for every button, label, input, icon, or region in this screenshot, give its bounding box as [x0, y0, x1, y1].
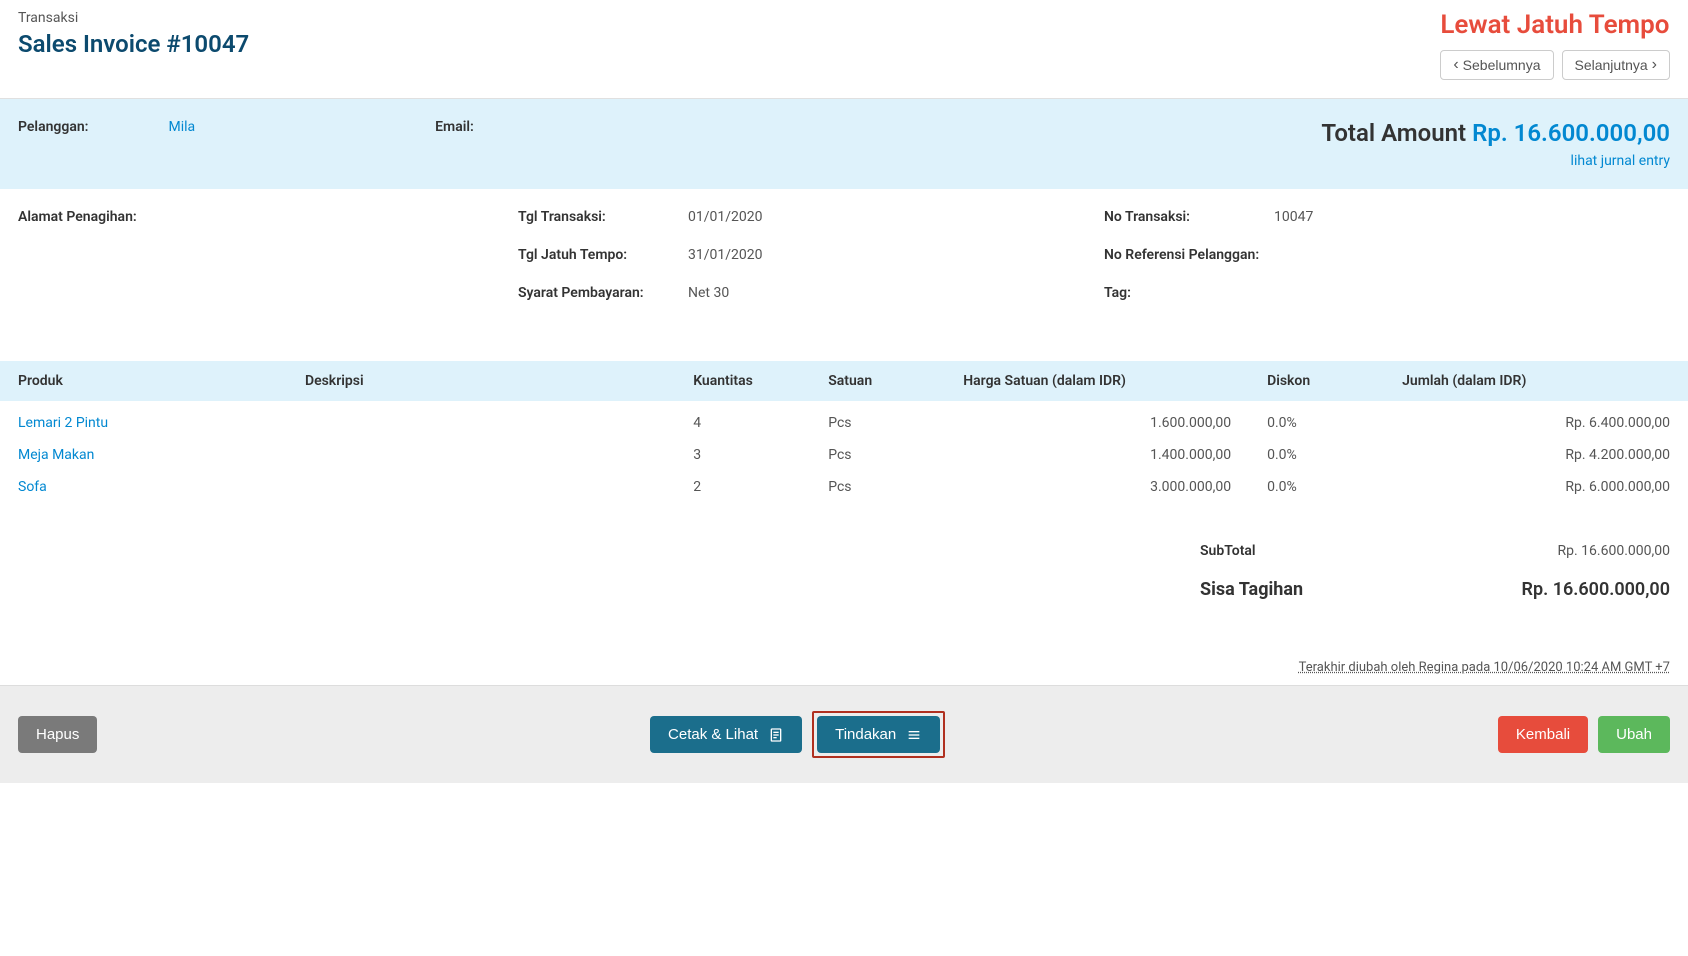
- cell-harga: 3.000.000,00: [945, 471, 1249, 503]
- cell-satuan: Pcs: [810, 401, 945, 439]
- subtotal-label: SubTotal: [1200, 543, 1256, 559]
- no-transaksi-value: 10047: [1274, 209, 1670, 225]
- prev-button[interactable]: ‹ Sebelumnya: [1440, 50, 1553, 80]
- tag-value: [1274, 285, 1670, 301]
- edit-button[interactable]: Ubah: [1598, 716, 1670, 753]
- product-link[interactable]: Lemari 2 Pintu: [18, 415, 108, 431]
- cell-deskripsi: [287, 401, 675, 439]
- back-button[interactable]: Kembali: [1498, 716, 1588, 753]
- th-diskon: Diskon: [1249, 361, 1384, 401]
- table-row: Sofa 2Pcs3.000.000,000.0%Rp. 6.000.000,00: [0, 471, 1688, 503]
- cell-kuantitas: 4: [675, 401, 810, 439]
- prev-label: Sebelumnya: [1463, 57, 1541, 73]
- no-transaksi-label: No Transaksi:: [1104, 209, 1264, 225]
- status-badge: Lewat Jatuh Tempo: [1440, 10, 1670, 40]
- cell-harga: 1.600.000,00: [945, 401, 1249, 439]
- product-link[interactable]: Sofa: [18, 479, 47, 495]
- cell-kuantitas: 2: [675, 471, 810, 503]
- th-kuantitas: Kuantitas: [675, 361, 810, 401]
- th-harga: Harga Satuan (dalam IDR): [945, 361, 1249, 401]
- customer-label: Pelanggan:: [18, 119, 89, 135]
- th-produk: Produk: [0, 361, 287, 401]
- cell-jumlah: Rp. 6.400.000,00: [1384, 401, 1688, 439]
- cell-harga: 1.400.000,00: [945, 439, 1249, 471]
- breadcrumb[interactable]: Transaksi: [18, 10, 249, 26]
- audit-text[interactable]: Terakhir diubah oleh Regina pada 10/06/2…: [1299, 660, 1670, 675]
- action-button[interactable]: Tindakan: [817, 716, 940, 753]
- next-button[interactable]: Selanjutnya ›: [1562, 50, 1671, 80]
- chevron-right-icon: ›: [1652, 57, 1657, 73]
- menu-icon: [906, 727, 922, 743]
- subtotal-value: Rp. 16.600.000,00: [1420, 543, 1670, 559]
- tgl-transaksi-label: Tgl Transaksi:: [518, 209, 678, 225]
- cell-satuan: Pcs: [810, 471, 945, 503]
- sisa-label: Sisa Tagihan: [1200, 579, 1303, 600]
- email-label: Email:: [435, 119, 474, 135]
- cell-diskon: 0.0%: [1249, 439, 1384, 471]
- document-icon: [768, 727, 784, 743]
- cell-diskon: 0.0%: [1249, 471, 1384, 503]
- product-link[interactable]: Meja Makan: [18, 447, 94, 463]
- th-jumlah: Jumlah (dalam IDR): [1384, 361, 1688, 401]
- print-label: Cetak & Lihat: [668, 726, 758, 743]
- total-amount: Rp. 16.600.000,00: [1472, 119, 1670, 147]
- th-deskripsi: Deskripsi: [287, 361, 675, 401]
- table-row: Meja Makan 3Pcs1.400.000,000.0%Rp. 4.200.…: [0, 439, 1688, 471]
- tgl-jatuh-tempo-label: Tgl Jatuh Tempo:: [518, 247, 678, 263]
- page-title: Sales Invoice #10047: [18, 30, 249, 58]
- highlight-box: Tindakan: [812, 711, 945, 758]
- print-view-button[interactable]: Cetak & Lihat: [650, 716, 802, 753]
- cell-jumlah: Rp. 6.000.000,00: [1384, 471, 1688, 503]
- tag-label: Tag:: [1104, 285, 1264, 301]
- syarat-label: Syarat Pembayaran:: [518, 285, 678, 301]
- th-satuan: Satuan: [810, 361, 945, 401]
- chevron-left-icon: ‹: [1453, 57, 1458, 73]
- cell-kuantitas: 3: [675, 439, 810, 471]
- action-label: Tindakan: [835, 726, 896, 743]
- billing-address-value: [188, 209, 498, 225]
- table-row: Lemari 2 Pintu 4Pcs1.600.000,000.0%Rp. 6.…: [0, 401, 1688, 439]
- cell-deskripsi: [287, 439, 675, 471]
- syarat-value: Net 30: [688, 285, 1084, 301]
- no-ref-label: No Referensi Pelanggan:: [1104, 247, 1264, 263]
- sisa-value: Rp. 16.600.000,00: [1420, 579, 1670, 600]
- tgl-jatuh-tempo-value: 31/01/2020: [688, 247, 1084, 263]
- delete-button[interactable]: Hapus: [18, 716, 97, 753]
- billing-address-label: Alamat Penagihan:: [18, 209, 178, 225]
- next-label: Selanjutnya: [1575, 57, 1648, 73]
- jurnal-entry-link[interactable]: lihat jurnal entry: [1321, 153, 1670, 169]
- tgl-transaksi-value: 01/01/2020: [688, 209, 1084, 225]
- no-ref-value: [1274, 247, 1670, 263]
- cell-satuan: Pcs: [810, 439, 945, 471]
- total-label: Total Amount: [1321, 119, 1472, 147]
- cell-jumlah: Rp. 4.200.000,00: [1384, 439, 1688, 471]
- customer-link[interactable]: Mila: [169, 119, 196, 135]
- cell-diskon: 0.0%: [1249, 401, 1384, 439]
- products-table: Produk Deskripsi Kuantitas Satuan Harga …: [0, 361, 1688, 503]
- cell-deskripsi: [287, 471, 675, 503]
